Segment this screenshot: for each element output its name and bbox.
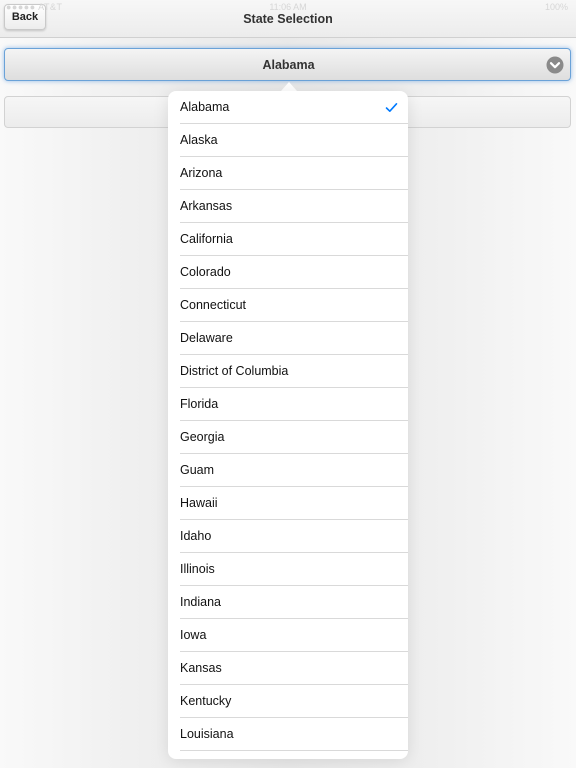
list-item-label: Alaska	[180, 133, 218, 147]
list-item[interactable]: Louisiana	[168, 718, 408, 751]
state-select-value: Alabama	[262, 58, 315, 72]
battery-label: 100%	[544, 2, 568, 12]
list-item[interactable]: Guam	[168, 454, 408, 487]
list-item[interactable]: Iowa	[168, 619, 408, 652]
list-item-label: Arkansas	[180, 199, 233, 213]
chevron-down-icon	[546, 56, 564, 74]
popover-arrow	[281, 82, 297, 91]
list-item[interactable]: Kentucky	[168, 685, 408, 718]
list-item[interactable]: Idaho	[168, 520, 408, 553]
list-item-label: Georgia	[180, 430, 225, 444]
status-bar: ●●●●● AT&T 11:06 AM 100%	[0, 0, 576, 14]
list-item[interactable]: Florida	[168, 388, 408, 421]
list-item-label: Iowa	[180, 628, 207, 642]
list-item[interactable]: Georgia	[168, 421, 408, 454]
list-item[interactable]: Indiana	[168, 586, 408, 619]
state-list: Alabama Alaska Arizona Arkansas California Co…	[168, 91, 408, 751]
list-item[interactable]: Arkansas	[168, 190, 408, 223]
list-item-label: Guam	[180, 463, 215, 477]
checkmark-icon	[385, 103, 398, 112]
list-item[interactable]: Colorado	[168, 256, 408, 289]
list-item[interactable]: Hawaii	[168, 487, 408, 520]
list-item[interactable]: Delaware	[168, 322, 408, 355]
list-item[interactable]: Arizona	[168, 157, 408, 190]
state-list-popover: Alabama Alaska Arizona Arkansas California Co…	[168, 91, 408, 759]
list-item-label: Kansas	[180, 661, 222, 675]
list-item-label: Delaware	[180, 331, 233, 345]
list-item-label: Idaho	[180, 529, 212, 543]
list-item[interactable]: Illinois	[168, 553, 408, 586]
list-item[interactable]: Kansas	[168, 652, 408, 685]
list-divider	[180, 750, 408, 751]
list-item[interactable]: Alaska	[168, 124, 408, 157]
list-item-label: Connecticut	[180, 298, 247, 312]
status-time: 11:06 AM	[269, 2, 307, 12]
page-title: State Selection	[243, 12, 333, 26]
list-item-label: Alabama	[180, 100, 230, 114]
list-item[interactable]: District of Columbia	[168, 355, 408, 388]
list-item[interactable]: Alabama	[168, 91, 408, 124]
list-item-label: District of Columbia	[180, 364, 289, 378]
list-item-label: California	[180, 232, 233, 246]
list-item-label: Indiana	[180, 595, 222, 609]
list-item-label: Louisiana	[180, 727, 234, 741]
list-item[interactable]: California	[168, 223, 408, 256]
list-item-label: Illinois	[180, 562, 215, 576]
state-select[interactable]: Alabama	[4, 48, 571, 81]
list-item-label: Kentucky	[180, 694, 232, 708]
list-item[interactable]: Connecticut	[168, 289, 408, 322]
list-item-label: Arizona	[180, 166, 223, 180]
list-item-label: Florida	[180, 397, 219, 411]
list-item-label: Hawaii	[180, 496, 218, 510]
list-item-label: Colorado	[180, 265, 231, 279]
